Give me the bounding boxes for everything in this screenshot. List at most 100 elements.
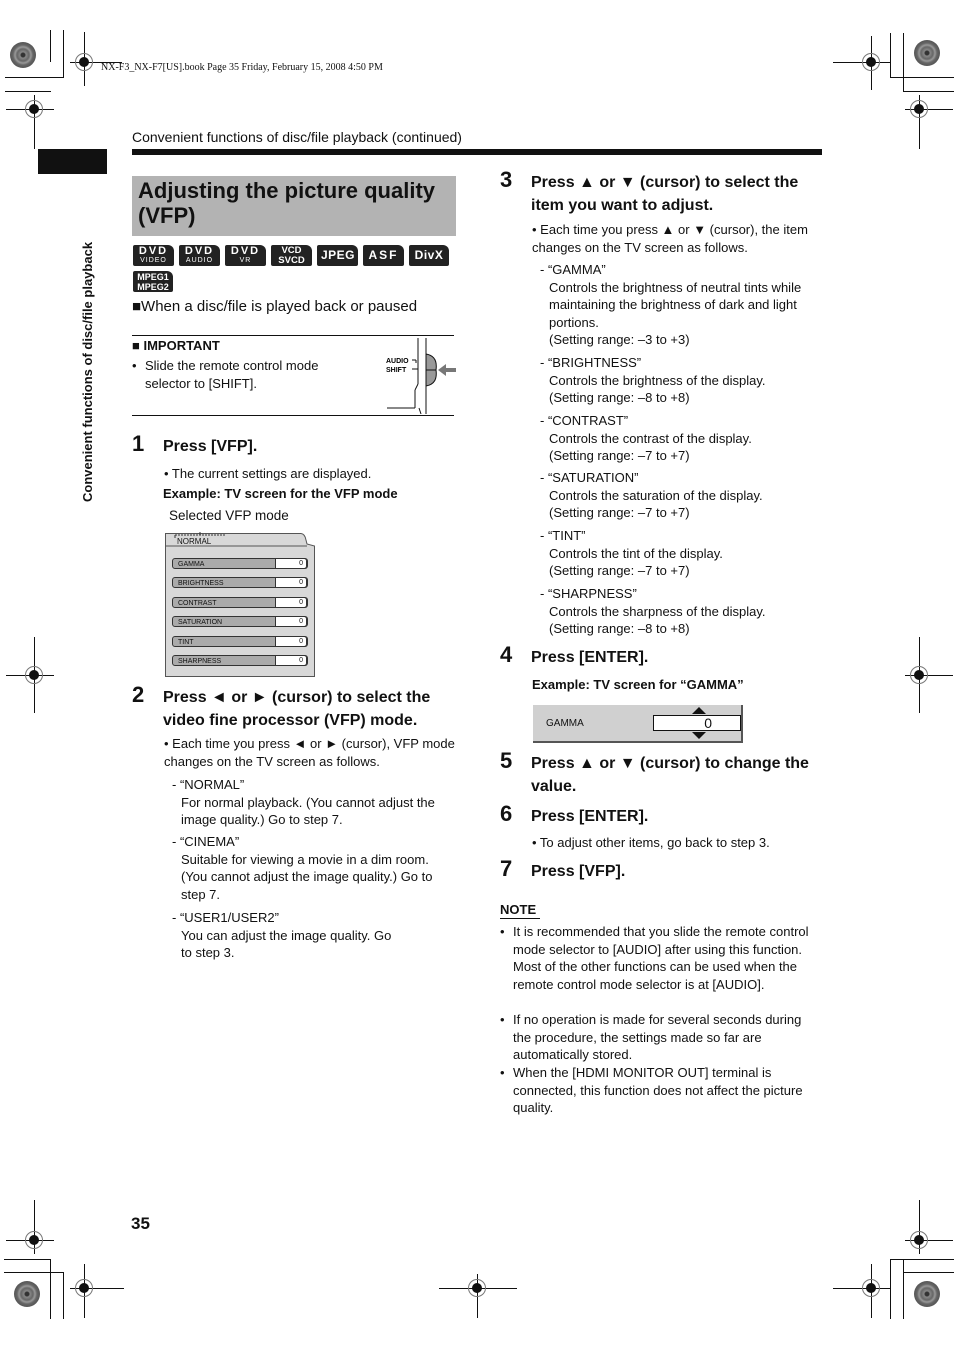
mode-item-user: - “USER1/USER2” You can adjust the image…: [172, 909, 457, 962]
badge-mpeg1-mpeg2: MPEG1 MPEG2: [133, 271, 173, 292]
step-title: Press ▲ or ▼ (cursor) to change the valu…: [531, 755, 809, 795]
row-label: CONTRAST: [178, 600, 217, 607]
badge-subtext: SVCD: [278, 254, 305, 266]
badge-text: DivX: [414, 248, 444, 262]
mode-selector-illustration: AUDIO SHIFT: [386, 338, 456, 414]
step-title: Press ◄ or ► (cursor) to select the vide…: [163, 689, 431, 729]
section-title-box: Adjusting the picture quality (VFP): [132, 176, 456, 236]
crop-mark: [903, 33, 904, 91]
crop-mark: [890, 77, 954, 78]
item-desc: Controls the contrast of the display.: [549, 430, 752, 446]
switch-label-audio: AUDIO: [386, 358, 409, 365]
badge-divx: DivX: [409, 245, 449, 266]
item-range: (Setting range: –7 to +7): [549, 563, 690, 578]
crop-mark: [63, 30, 64, 78]
color-registration-rosette: [914, 1281, 940, 1307]
crop-mark: [903, 1272, 954, 1273]
mode-desc: You can adjust the image quality. Go to …: [181, 927, 392, 961]
example-caption: Example: TV screen for the VFP mode: [163, 486, 398, 501]
adjust-item-gamma: - “GAMMA” Controls the brightness of neu…: [540, 261, 825, 349]
badge-vcd-svcd: VCD SVCD: [271, 245, 312, 266]
step-title: Press [ENTER].: [531, 649, 649, 666]
mode-name: - “CINEMA”: [172, 834, 240, 849]
item-name: - “GAMMA”: [540, 262, 606, 277]
page-number: 35: [131, 1214, 150, 1233]
bullet-dot: •: [500, 924, 505, 939]
step-title: Press [VFP].: [163, 438, 258, 455]
crop-mark: [903, 91, 954, 92]
step-bullet: • To adjust other items, go back to step…: [532, 835, 770, 850]
step-number: 5: [500, 748, 513, 773]
callout-label: Selected VFP mode: [169, 508, 289, 523]
row-value: 0: [275, 597, 307, 608]
note-item: • If no operation is made for several se…: [500, 1011, 822, 1064]
step-number: 4: [500, 642, 513, 667]
crop-mark: [890, 1259, 954, 1260]
item-range: (Setting range: –8 to +8): [549, 621, 690, 636]
row-value: 0: [275, 655, 307, 666]
color-registration-rosette: [14, 1281, 40, 1307]
item-range: (Setting range: –7 to +7): [549, 505, 690, 520]
important-body: Slide the remote control mode selector t…: [145, 358, 319, 391]
important-title: ■ IMPORTANT: [132, 338, 220, 353]
book-info-slug: NX-F3_NX-F7[US].book Page 35 Friday, Feb…: [101, 62, 383, 73]
row-label: SATURATION: [178, 619, 223, 626]
important-box: ■ IMPORTANT • Slide the remote control m…: [132, 335, 456, 416]
crop-mark: [5, 77, 63, 78]
item-range: (Setting range: –7 to +7): [549, 448, 690, 463]
crop-mark: [50, 30, 51, 62]
down-arrow-icon: [692, 732, 706, 739]
crop-mark: [890, 33, 891, 78]
item-range: (Setting range: –3 to +3): [549, 332, 690, 347]
badge-subtext: VIDEO: [140, 256, 167, 264]
side-tab-block: [38, 149, 107, 174]
item-name: - “SHARPNESS”: [540, 586, 637, 601]
item-desc: Controls the tint of the display.: [549, 545, 723, 561]
selected-vfp-mode: NORMAL: [177, 537, 212, 546]
step-number: 2: [132, 682, 145, 707]
badge-dvd-video: DVD VIDEO: [133, 245, 174, 266]
step-number: 3: [500, 167, 513, 192]
item-name: - “BRIGHTNESS”: [540, 355, 642, 370]
crop-mark: [50, 1259, 51, 1319]
color-registration-rosette: [10, 42, 36, 68]
tv-row-brightness: BRIGHTNESS 0: [172, 577, 308, 588]
mode-name: - “USER1/USER2”: [172, 910, 279, 925]
mode-item-normal: - “NORMAL” For normal playback. (You can…: [172, 776, 457, 829]
badge-jpeg: JPEG: [317, 245, 358, 266]
up-arrow-icon: [692, 707, 706, 714]
note-item: • When the [HDMI MONITOR OUT] terminal i…: [500, 1064, 822, 1117]
crop-mark: [4, 1272, 63, 1273]
step-title: Press [ENTER].: [531, 808, 649, 825]
gamma-value: 0: [704, 715, 712, 731]
tv-row-saturation: SATURATION 0: [172, 616, 308, 627]
item-desc: Controls the saturation of the display.: [549, 487, 763, 503]
step-number: 7: [500, 856, 513, 881]
item-desc: Controls the sharpness of the display.: [549, 603, 766, 619]
badge-subtext: AUDIO: [185, 256, 214, 264]
item-name: - “TINT”: [540, 528, 586, 543]
tv-screen-vfp-mode: NORMAL GAMMA 0 BRIGHTNESS 0 CONTRAST 0 SATU…: [165, 532, 315, 677]
condition-text: ■When a disc/file is played back or paus…: [132, 298, 418, 315]
tv-row-gamma: GAMMA 0: [172, 558, 308, 569]
step-number: 6: [500, 801, 513, 826]
item-name: - “CONTRAST”: [540, 413, 629, 428]
gamma-value-box: 0: [653, 715, 741, 731]
adjust-item-sharpness: - “SHARPNESS” Controls the sharpness of …: [540, 585, 825, 638]
badge-subtext: VR: [239, 256, 252, 264]
gamma-label: GAMMA: [546, 718, 584, 729]
mode-item-cinema: - “CINEMA” Suitable for viewing a movie …: [172, 833, 457, 903]
mode-desc: Suitable for viewing a movie in a dim ro…: [181, 851, 433, 902]
note-text: When the [HDMI MONITOR OUT] terminal is …: [513, 1065, 803, 1115]
item-desc: Controls the brightness of the display.: [549, 372, 766, 388]
item-desc: Controls the brightness of neutral tints…: [549, 279, 802, 330]
switch-label-shift: SHIFT: [386, 367, 407, 374]
side-tab-label: Convenient functions of disc/file playba…: [80, 241, 95, 502]
crop-mark: [890, 1259, 891, 1319]
adjust-item-saturation: - “SATURATION” Controls the saturation o…: [540, 469, 825, 522]
note-text: If no operation is made for several seco…: [513, 1012, 802, 1062]
item-range: (Setting range: –8 to +8): [549, 390, 690, 405]
example-caption: Example: TV screen for “GAMMA”: [532, 677, 744, 692]
badge-dvd-audio: DVD AUDIO: [179, 245, 220, 266]
badge-text: ASF: [368, 248, 399, 262]
